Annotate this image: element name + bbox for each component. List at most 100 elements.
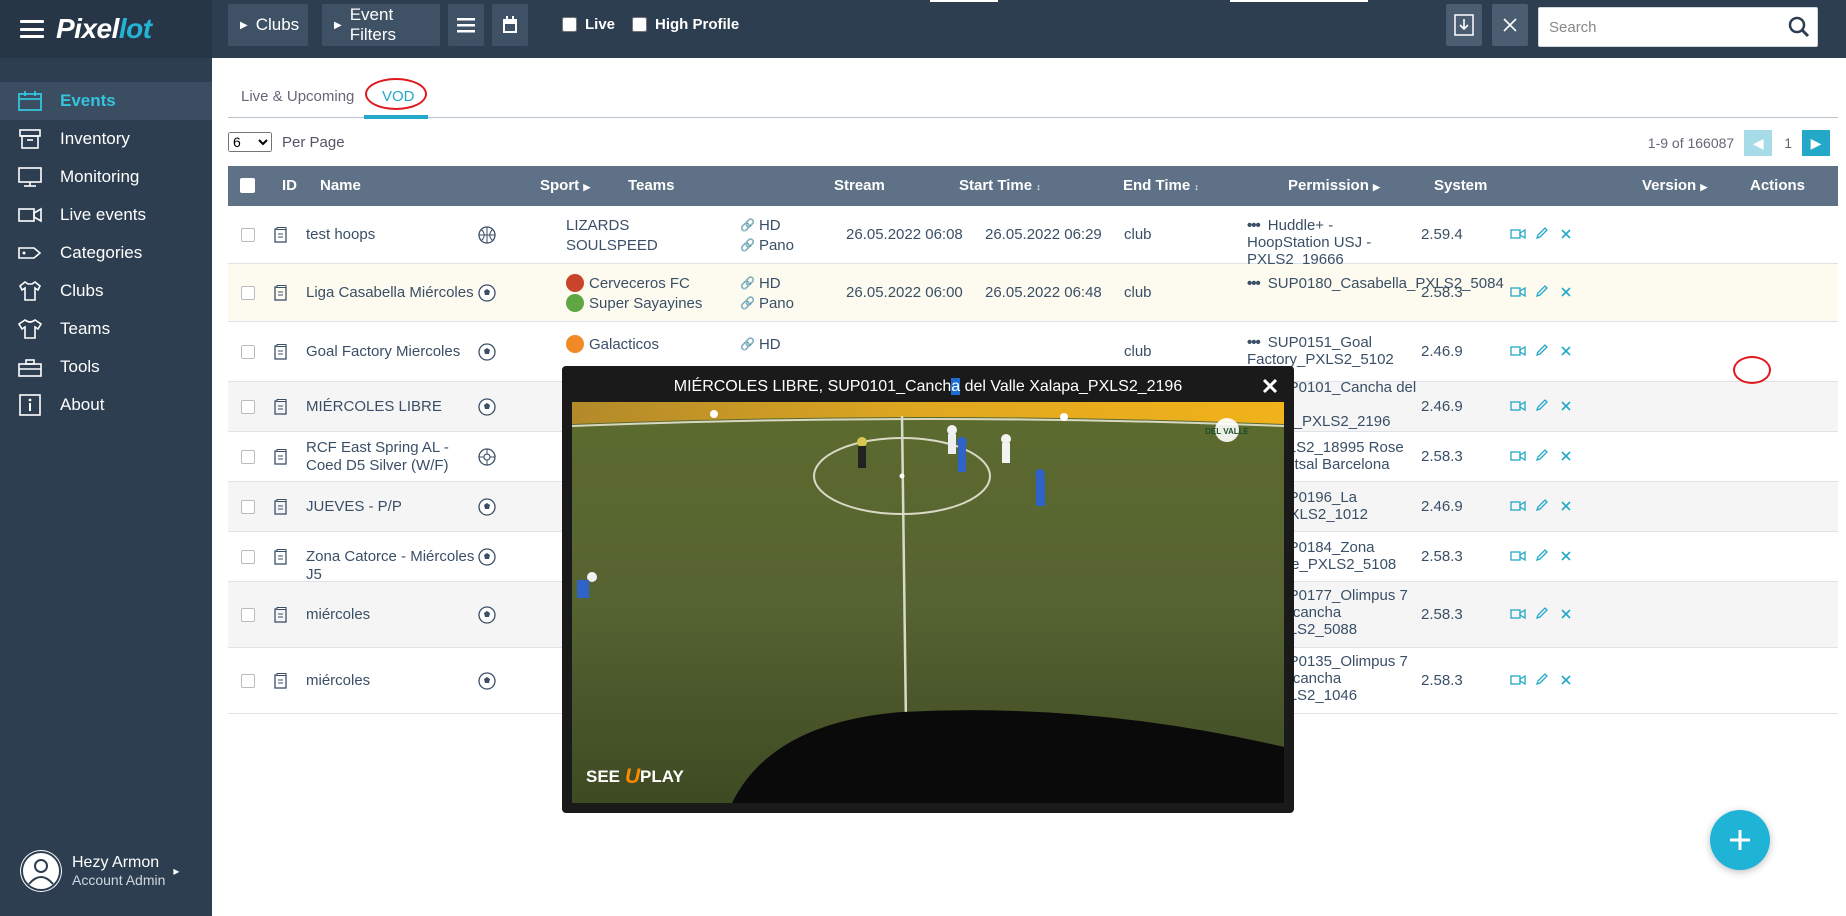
event-name[interactable]: RCF East Spring AL - Coed D5 Silver (W/F… [306,439,476,475]
team-name[interactable]: Super Sayayines [589,295,702,312]
row-checkbox[interactable] [241,608,255,622]
delete-button[interactable] [1554,226,1578,244]
sidebar-item-live-events[interactable]: Live events [0,196,212,234]
delete-button[interactable] [1554,398,1578,416]
play-video-button[interactable] [1506,398,1530,416]
edit-button[interactable] [1530,343,1554,361]
details-icon[interactable] [274,227,288,247]
edit-button[interactable] [1530,606,1554,624]
hamburger-menu-icon[interactable] [20,20,44,38]
event-name[interactable]: miércoles [306,606,476,624]
sidebar-item-monitoring[interactable]: Monitoring [0,158,212,196]
tab-live-upcoming[interactable]: Live & Upcoming [241,88,354,105]
team-name[interactable]: Cerveceros FC [589,275,690,292]
per-page-select[interactable]: 6 [228,132,272,152]
row-checkbox[interactable] [241,500,255,514]
more-icon[interactable]: ••• [1247,275,1261,292]
user-menu[interactable]: Hezy Armon Account Admin ▸ [20,850,179,892]
system-cell[interactable]: ••• SUP0151_Goal Factory_PXLS2_5102 [1247,334,1417,368]
sidebar-item-about[interactable]: About [0,386,212,424]
event-name[interactable]: miércoles [306,672,476,690]
play-video-button[interactable] [1506,343,1530,361]
play-video-button[interactable] [1506,548,1530,566]
delete-button[interactable] [1554,672,1578,690]
header-teams[interactable]: Teams [628,177,674,194]
event-name[interactable]: JUEVES - P/P [306,498,476,516]
high-profile-checkbox[interactable]: High Profile [632,16,739,33]
header-sport[interactable]: Sport ▶ [540,177,590,194]
sidebar-item-inventory[interactable]: Inventory [0,120,212,158]
details-icon[interactable] [274,399,288,419]
close-modal-button[interactable] [1258,374,1282,398]
team-name[interactable]: LIZARDS [566,217,629,234]
more-icon[interactable]: ••• [1247,217,1261,234]
prev-page-button[interactable]: ◀ [1744,130,1773,156]
stream-pano-link[interactable]: 🔗 Pano [740,293,794,313]
event-name[interactable]: Goal Factory Miercoles [306,343,476,361]
delete-button[interactable] [1554,606,1578,624]
sidebar-item-teams[interactable]: Teams [0,310,212,348]
delete-button[interactable] [1554,498,1578,516]
video-frame[interactable]: DEL VALLE SEE U PLAY [572,402,1284,803]
delete-button[interactable] [1554,343,1578,361]
details-icon[interactable] [274,549,288,569]
stream-pano-link[interactable]: 🔗 Pano [740,235,794,255]
edit-button[interactable] [1530,548,1554,566]
search-input[interactable] [1539,8,1781,46]
play-video-button[interactable] [1506,672,1530,690]
high-profile-checkbox-input[interactable] [632,17,647,32]
row-checkbox[interactable] [241,228,255,242]
sidebar-item-events[interactable]: Events [0,82,212,120]
sidebar-item-tools[interactable]: Tools [0,348,212,386]
event-name[interactable]: Liga Casabella Miércoles [306,284,476,302]
details-icon[interactable] [274,285,288,305]
select-all-checkbox[interactable] [240,178,255,193]
header-end-time[interactable]: End Time ↕ [1123,177,1199,194]
play-video-button[interactable] [1506,284,1530,302]
row-checkbox[interactable] [241,674,255,688]
details-icon[interactable] [274,673,288,693]
row-checkbox[interactable] [241,345,255,359]
details-icon[interactable] [274,607,288,627]
event-name[interactable]: test hoops [306,226,476,244]
sidebar-item-categories[interactable]: Categories [0,234,212,272]
system-cell[interactable]: ••• Huddle+ - HoopStation USJ - PXLS2_196… [1247,217,1417,268]
play-video-button[interactable] [1506,606,1530,624]
event-name[interactable]: MIÉRCOLES LIBRE [306,398,476,416]
edit-button[interactable] [1530,398,1554,416]
stream-hd-link[interactable]: 🔗 HD [740,334,781,354]
calendar-view-button[interactable] [492,4,528,46]
header-name[interactable]: Name [320,177,361,194]
row-checkbox[interactable] [241,450,255,464]
edit-button[interactable] [1530,448,1554,466]
system-cell[interactable]: ••• SUP0180_Casabella_PXLS2_5084 [1247,275,1504,292]
row-checkbox[interactable] [241,550,255,564]
download-button[interactable] [1446,4,1482,46]
header-version[interactable]: Version ▶ [1642,177,1707,194]
event-name[interactable]: Zona Catorce - Miércoles J5 [306,548,476,584]
team-name[interactable]: Galacticos [589,336,659,353]
event-filters-button[interactable]: ▶ Event Filters [322,4,440,46]
details-icon[interactable] [274,499,288,519]
stream-hd-link[interactable]: 🔗 HD [740,215,794,235]
add-event-button[interactable] [1710,810,1770,870]
row-checkbox[interactable] [241,400,255,414]
table-row[interactable]: Liga Casabella Miércoles Cerveceros FC Sup… [228,264,1838,322]
details-icon[interactable] [274,449,288,469]
clubs-filter-button[interactable]: ▶ Clubs [228,4,308,46]
logo[interactable]: Pixellot [56,13,152,45]
more-icon[interactable]: ••• [1247,334,1261,351]
team-name[interactable]: SOULSPEED [566,237,658,254]
play-video-button[interactable] [1506,498,1530,516]
search-icon[interactable] [1781,9,1817,45]
sidebar-item-clubs[interactable]: Clubs [0,272,212,310]
header-system[interactable]: System [1434,177,1487,194]
edit-button[interactable] [1530,284,1554,302]
list-view-button[interactable] [448,4,484,46]
play-video-button[interactable] [1506,448,1530,466]
play-video-button[interactable] [1506,226,1530,244]
edit-button[interactable] [1530,498,1554,516]
row-checkbox[interactable] [241,286,255,300]
delete-button[interactable] [1554,548,1578,566]
header-stream[interactable]: Stream [834,177,885,194]
